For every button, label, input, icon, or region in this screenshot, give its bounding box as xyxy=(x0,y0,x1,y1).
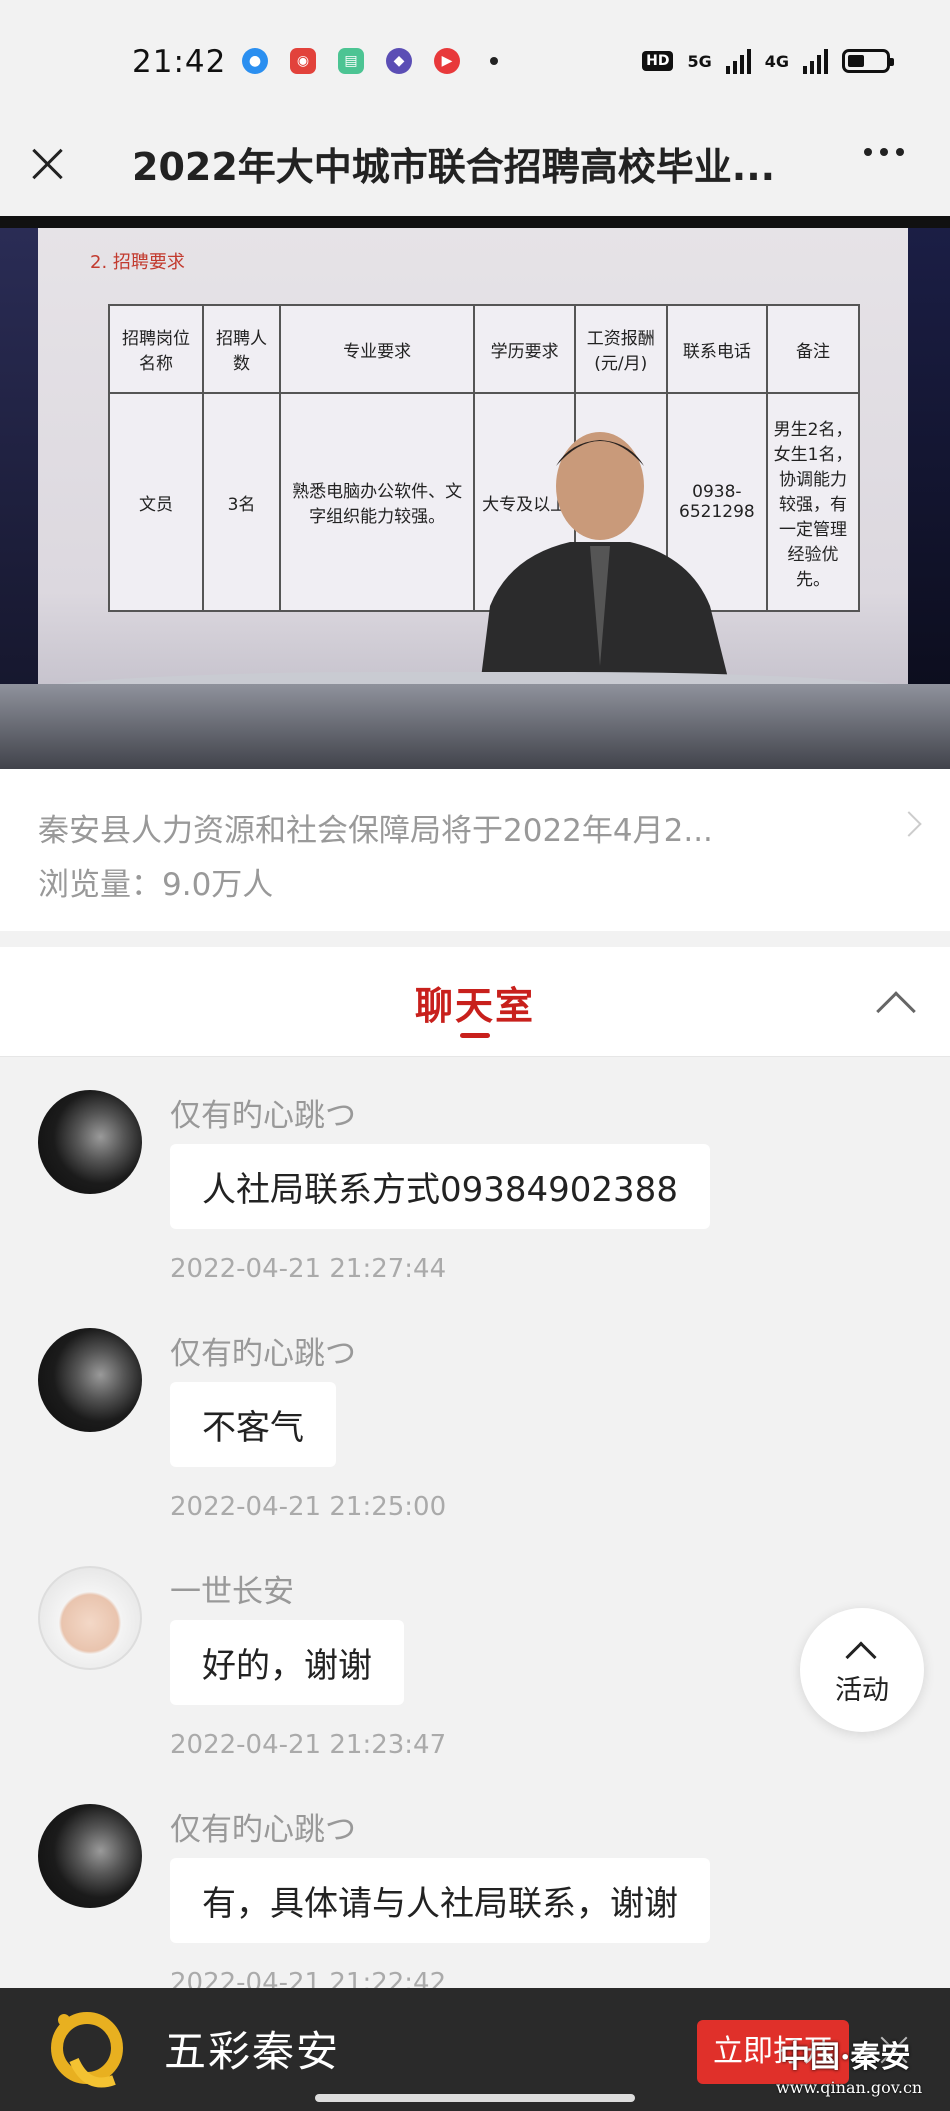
page-title: 2022年大中城市联合招聘高校毕业... xyxy=(132,145,776,189)
message-time: 2022-04-21 21:25:00 xyxy=(170,1492,447,1522)
avatar[interactable] xyxy=(38,1804,142,1908)
table-header: 招聘岗位名称 xyxy=(107,304,205,394)
message-sender: 仅有旳心跳つ xyxy=(170,1336,356,1372)
status-indicators: HD 5G 4G xyxy=(642,48,894,74)
app-purple-icon: ◆ xyxy=(386,48,412,74)
battery-icon xyxy=(842,49,894,73)
more-notifications-icon xyxy=(490,57,498,65)
net-4g-label: 4G xyxy=(764,51,789,71)
live-description[interactable]: 秦安县人力资源和社会保障局将于2022年4月2... 浏览量：9.0万人 xyxy=(0,769,950,931)
wucai-qinan-logo xyxy=(51,2012,123,2088)
message-bubble: 好的，谢谢 xyxy=(170,1620,404,1705)
watermark-url: www.qinan.gov.cn xyxy=(776,2078,923,2097)
hd-badge: HD xyxy=(642,51,674,71)
signal-5g-icon xyxy=(725,48,751,74)
video-background-left xyxy=(0,228,38,758)
table-header: 招聘人数 xyxy=(202,304,281,394)
description-text: 秦安县人力资源和社会保障局将于2022年4月2... xyxy=(38,813,713,849)
message-bubble: 有，具体请与人社局联系，谢谢 xyxy=(170,1858,710,1943)
title-bar: 2022年大中城市联合招聘高校毕业... xyxy=(0,126,950,222)
live-video-player[interactable]: 2. 招聘要求 招聘岗位名称 招聘人数 专业要求 学历要求 工资报酬(元/月) … xyxy=(0,216,950,769)
home-indicator[interactable] xyxy=(315,2094,635,2102)
message-time: 2022-04-21 21:27:44 xyxy=(170,1254,447,1284)
table-header: 联系电话 xyxy=(665,304,769,394)
activity-button[interactable]: 活动 xyxy=(800,1608,924,1732)
news-desk xyxy=(0,684,950,769)
avatar[interactable] xyxy=(38,1328,142,1432)
chat-room-tab-bar: 聊天室 xyxy=(0,947,950,1057)
status-app-icons: ● ◉ ▤ ◆ ▶ xyxy=(242,48,498,74)
net-5g-label: 5G xyxy=(687,51,712,71)
app-play-icon: ▶ xyxy=(434,48,460,74)
video-background-right xyxy=(908,228,950,758)
message-sender: 仅有旳心跳つ xyxy=(170,1812,356,1848)
table-cell: 文员 xyxy=(107,392,205,612)
app-netease-music-icon: ◉ xyxy=(290,48,316,74)
activity-label: 活动 xyxy=(835,1675,889,1706)
message-time: 2022-04-21 21:23:47 xyxy=(170,1730,447,1760)
chevron-right-icon[interactable] xyxy=(896,811,922,837)
tab-active-indicator xyxy=(460,1033,490,1038)
view-count: 浏览量：9.0万人 xyxy=(38,867,274,903)
app-name: 五彩秦安 xyxy=(164,2027,341,2076)
message-sender: 仅有旳心跳つ xyxy=(170,1098,356,1134)
table-header: 工资报酬(元/月) xyxy=(573,304,668,394)
message-time: 2022-04-21 21:22:42 xyxy=(170,1968,447,1988)
tab-chat-room[interactable]: 聊天室 xyxy=(0,975,950,1030)
avatar[interactable] xyxy=(38,1090,142,1194)
watermark-text: 中国·秦安 xyxy=(780,2040,911,2075)
table-cell: 3名 xyxy=(202,392,281,612)
status-bar: 21:42 ● ◉ ▤ ◆ ▶ HD 5G 4G xyxy=(0,0,950,126)
status-time: 21:42 xyxy=(132,44,227,80)
message-bubble: 不客气 xyxy=(170,1382,336,1467)
close-icon[interactable] xyxy=(24,140,72,188)
signal-4g-icon xyxy=(803,48,828,74)
avatar[interactable] xyxy=(38,1566,142,1670)
table-header: 学历要求 xyxy=(473,304,576,394)
message-sender: 一世长安 xyxy=(170,1574,294,1610)
table-cell: 男生2名，女生1名，协调能力较强，有一定管理经验优先。 xyxy=(766,392,860,612)
slide-heading: 2. 招聘要求 xyxy=(90,252,185,273)
chat-message-list[interactable]: 仅有旳心跳つ 人社局联系方式09384902388 2022-04-21 21:… xyxy=(0,1058,950,1988)
table-header: 备注 xyxy=(766,304,860,394)
message-bubble: 人社局联系方式09384902388 xyxy=(170,1144,710,1229)
app-circle-icon: ● xyxy=(242,48,268,74)
app-green-icon: ▤ xyxy=(338,48,364,74)
table-header: 专业要求 xyxy=(278,304,476,394)
more-options-icon[interactable] xyxy=(864,148,904,156)
